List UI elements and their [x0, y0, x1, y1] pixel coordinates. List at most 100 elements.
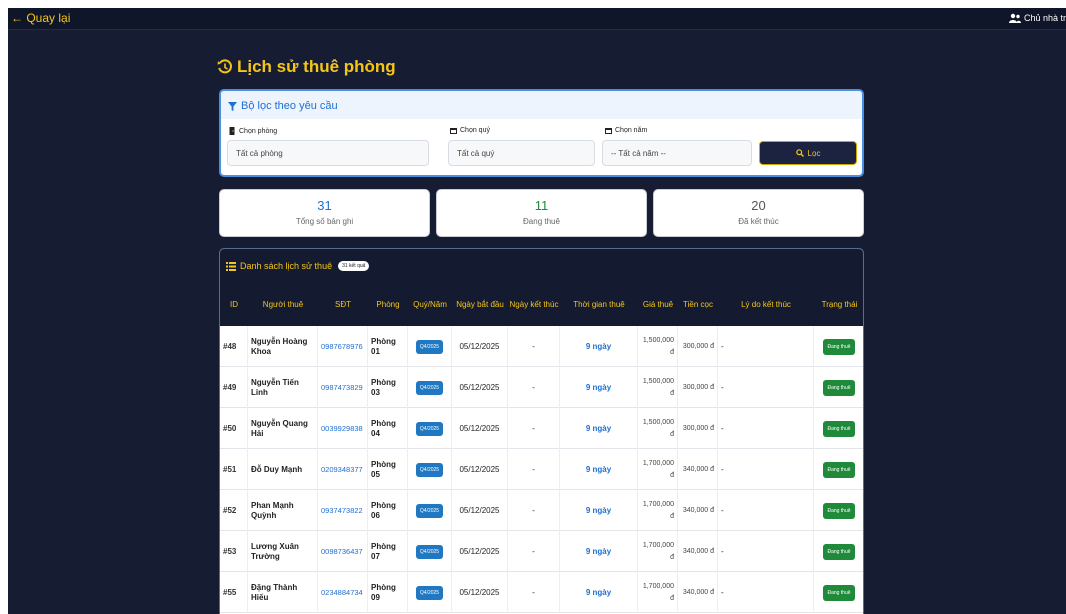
cell-room: Phòng 03 — [368, 367, 408, 408]
filter-card: Bộ lọc theo yêu cầu Chọn phòng Tất cả ph… — [219, 89, 864, 177]
cell-id: #50 — [220, 408, 248, 449]
stat-ended-value: 20 — [751, 198, 766, 213]
cell-duration: 9 ngày — [560, 490, 638, 531]
cell-start-date: 05/12/2025 — [452, 449, 508, 490]
cell-duration: 9 ngày — [560, 326, 638, 367]
cell-start-date: 05/12/2025 — [452, 572, 508, 613]
cell-status: Đang thuê — [814, 490, 863, 531]
cell-deposit: 340,000 đ — [678, 531, 718, 572]
cell-phone[interactable]: 0987473829 — [318, 367, 368, 408]
cell-end-reason: - — [718, 408, 814, 449]
table-row[interactable]: #50 Nguyễn Quang Hải 0039929838 Phòng 04 Q4/… — [220, 408, 863, 449]
col-header-quarter: Quý/Năm — [413, 300, 447, 309]
cell-duration: 9 ngày — [560, 367, 638, 408]
table-row[interactable]: #55 Đặng Thành Hiếu 0234884734 Phòng 09 Q4/2… — [220, 572, 863, 613]
cell-duration: 9 ngày — [560, 408, 638, 449]
cell-tenant-name: Đỗ Duy Mạnh — [248, 449, 318, 490]
stat-total-value: 31 — [317, 198, 332, 213]
cell-price: 1,500,000 đ — [638, 367, 678, 408]
calendar-icon — [450, 128, 457, 134]
cell-end-reason: - — [718, 367, 814, 408]
owner-menu[interactable]: Chủ nhà tr — [1008, 13, 1066, 23]
cell-tenant-name: Nguyễn Tiến Linh — [248, 367, 318, 408]
cell-duration: 9 ngày — [560, 572, 638, 613]
cell-start-date: 05/12/2025 — [452, 367, 508, 408]
status-badge: Đang thuê — [823, 502, 855, 519]
col-header-id: ID — [230, 300, 238, 309]
year-select[interactable]: -- Tất cả năm -- — [602, 140, 752, 166]
list-header: Danh sách lịch sử thuê 31 kết quả — [220, 249, 863, 284]
filter-button[interactable]: Lọc — [759, 141, 857, 165]
table-row[interactable]: #52 Phan Mạnh Quỳnh 0937473822 Phòng 06 Q4/2… — [220, 490, 863, 531]
cell-quarter: Q4/2025 — [408, 367, 452, 408]
quarter-badge: Q4/2025 — [415, 380, 444, 395]
cell-deposit: 300,000 đ — [678, 326, 718, 367]
quarter-select[interactable]: Tất cả quý — [448, 140, 595, 166]
cell-deposit: 340,000 đ — [678, 572, 718, 613]
status-badge: Đang thuê — [823, 338, 855, 355]
quarter-badge: Q4/2025 — [415, 503, 444, 518]
cell-phone[interactable]: 0987678976 — [318, 326, 368, 367]
cell-room: Phòng 05 — [368, 449, 408, 490]
cell-end-date: - — [508, 490, 560, 531]
cell-end-date: - — [508, 326, 560, 367]
user-group-icon — [1008, 13, 1021, 23]
stat-ended-card: 20 Đã kết thúc — [653, 189, 864, 237]
cell-phone[interactable]: 0098736437 — [318, 531, 368, 572]
cell-quarter: Q4/2025 — [408, 572, 452, 613]
app-frame: ← Quay lại Chủ nhà tr Lịch sử thuê phòng — [8, 8, 1066, 614]
filter-title-text: Bộ lọc theo yêu cầu — [241, 100, 338, 112]
col-header-deposit: Tiền cọc — [683, 300, 713, 309]
cell-end-reason: - — [718, 326, 814, 367]
cell-deposit: 340,000 đ — [678, 449, 718, 490]
cell-deposit: 340,000 đ — [678, 490, 718, 531]
room-filter-label: Chọn phòng — [229, 127, 277, 135]
cell-tenant-name: Lương Xuân Trường — [248, 531, 318, 572]
cell-id: #51 — [220, 449, 248, 490]
col-header-start: Ngày bắt đầu — [456, 300, 504, 309]
cell-price: 1,700,000 đ — [638, 449, 678, 490]
cell-end-reason: - — [718, 572, 814, 613]
cell-room: Phòng 07 — [368, 531, 408, 572]
cell-end-date: - — [508, 408, 560, 449]
col-header-duration: Thời gian thuê — [573, 300, 625, 309]
room-select[interactable]: Tất cả phòng — [227, 140, 429, 166]
back-link[interactable]: ← Quay lại — [11, 11, 70, 25]
status-badge: Đang thuê — [823, 420, 855, 437]
cell-room: Phòng 04 — [368, 408, 408, 449]
status-badge: Đang thuê — [823, 543, 855, 560]
cell-deposit: 300,000 đ — [678, 367, 718, 408]
cell-status: Đang thuê — [814, 572, 863, 613]
cell-status: Đang thuê — [814, 531, 863, 572]
stat-total-label: Tổng số bản ghi — [295, 217, 354, 226]
cell-phone[interactable]: 0209348377 — [318, 449, 368, 490]
filter-button-label: Lọc — [807, 148, 821, 158]
stat-active-value: 11 — [534, 198, 549, 213]
cell-status: Đang thuê — [814, 408, 863, 449]
table-row[interactable]: #48 Nguyễn Hoàng Khoa 0987678976 Phòng 01 Q4… — [220, 326, 863, 367]
cell-status: Đang thuê — [814, 326, 863, 367]
cell-duration: 9 ngày — [560, 449, 638, 490]
quarter-badge: Q4/2025 — [415, 544, 444, 559]
cell-id: #48 — [220, 326, 248, 367]
col-header-price: Giá thuê — [642, 300, 674, 309]
cell-status: Đang thuê — [814, 367, 863, 408]
cell-phone[interactable]: 0937473822 — [318, 490, 368, 531]
col-header-room: Phòng — [376, 300, 400, 309]
quarter-badge: Q4/2025 — [415, 585, 444, 600]
col-header-end: Ngày kết thúc — [509, 300, 559, 309]
table-row[interactable]: #49 Nguyễn Tiến Linh 0987473829 Phòng 03 Q4/… — [220, 367, 863, 408]
cell-deposit: 300,000 đ — [678, 408, 718, 449]
status-badge: Đang thuê — [823, 379, 855, 396]
cell-price: 1,700,000 đ — [638, 531, 678, 572]
cell-quarter: Q4/2025 — [408, 326, 452, 367]
cell-phone[interactable]: 0039929838 — [318, 408, 368, 449]
cell-room: Phòng 01 — [368, 326, 408, 367]
cell-phone[interactable]: 0234884734 — [318, 572, 368, 613]
cell-duration: 9 ngày — [560, 531, 638, 572]
table-row[interactable]: #53 Lương Xuân Trường 0098736437 Phòng 07 Q4… — [220, 531, 863, 572]
col-header-reason: Lý do kết thúc — [741, 300, 791, 309]
history-list-card: Danh sách lịch sử thuê 31 kết quả ID Ngư… — [219, 248, 864, 614]
cell-id: #52 — [220, 490, 248, 531]
table-row[interactable]: #51 Đỗ Duy Mạnh 0209348377 Phòng 05 Q4/2025 0… — [220, 449, 863, 490]
